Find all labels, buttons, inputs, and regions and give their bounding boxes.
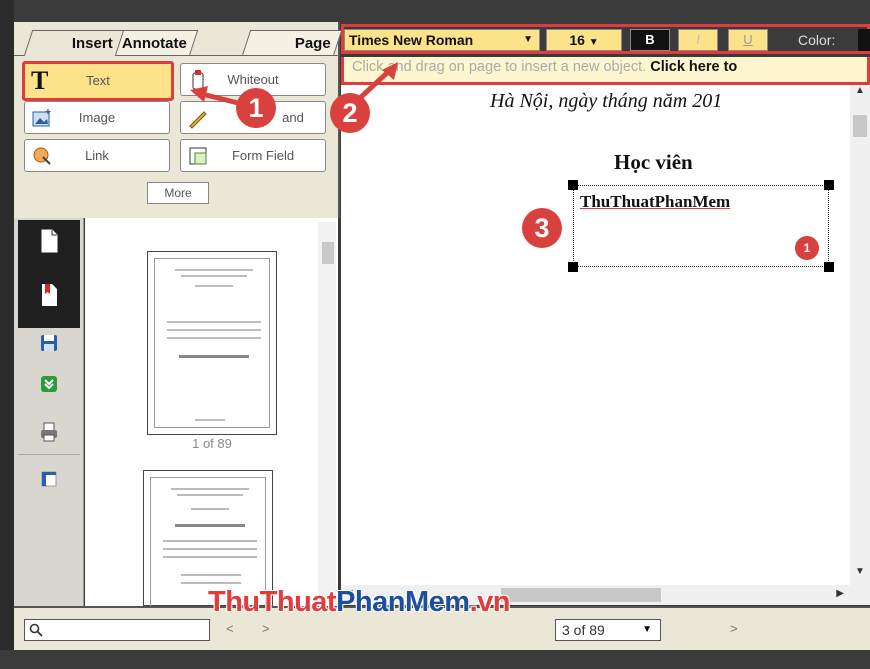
- page-thumbnail-1[interactable]: [147, 251, 277, 435]
- bookmark-icon[interactable]: [38, 282, 60, 306]
- vertical-scroll-knob[interactable]: [853, 115, 867, 137]
- search-input[interactable]: [24, 619, 210, 641]
- hint-link[interactable]: Click here to: [650, 59, 737, 75]
- icon-bar-divider: [18, 454, 80, 455]
- horizontal-scroll-knob[interactable]: [501, 588, 661, 602]
- scroll-down-icon[interactable]: ▼: [855, 566, 865, 577]
- document-canvas[interactable]: [341, 85, 850, 585]
- side-icon-bar: [14, 218, 84, 606]
- font-select[interactable]: Times New Roman ▼: [344, 29, 540, 51]
- form-field-icon: [187, 145, 209, 167]
- font-size-select[interactable]: 16 ▼: [546, 29, 622, 51]
- save-icon[interactable]: [38, 332, 60, 354]
- document-vertical-scrollbar[interactable]: ▲ ▼: [850, 85, 870, 585]
- hint-bar: Click and drag on page to insert a new o…: [341, 57, 870, 85]
- text-tool-button[interactable]: T Text: [22, 61, 174, 101]
- pages-icon[interactable]: [38, 228, 60, 253]
- thumbnail-caption: 1 of 89: [192, 436, 232, 451]
- document-date-line: Hà Nội, ngày tháng năm 201: [490, 90, 723, 112]
- underline-button[interactable]: U: [728, 29, 768, 51]
- tab-insert[interactable]: Insert: [23, 30, 125, 56]
- chevron-down-icon: ▼: [588, 37, 599, 48]
- font-size-value: 16: [569, 32, 585, 48]
- resize-handle-bottom-left[interactable]: [568, 262, 578, 272]
- thumbnail-scrollbar[interactable]: [318, 222, 336, 606]
- left-frame: [0, 0, 14, 669]
- watermark-logo: ThuThuatPhanMem.vn: [208, 586, 510, 618]
- top-frame: [0, 0, 870, 22]
- page-select[interactable]: 3 of 89 ▼: [555, 619, 661, 641]
- callout-arrow-icon: [190, 86, 243, 107]
- callout-3: 3: [522, 208, 562, 248]
- document-heading: Học viên: [614, 150, 693, 174]
- print-icon[interactable]: [38, 421, 60, 443]
- resize-handle-top-left[interactable]: [568, 180, 578, 190]
- page-select-value: 3 of 89: [562, 622, 605, 638]
- link-label: Link: [85, 148, 109, 163]
- font-select-value: Times New Roman: [349, 32, 474, 48]
- resize-handle-top-right[interactable]: [824, 180, 834, 190]
- callout-arrow-icon: [358, 62, 398, 100]
- format-toolbar: Times New Roman ▼ 16 ▼ B I U Color:: [341, 24, 870, 54]
- form-field-label: Form Field: [231, 148, 295, 163]
- form-field-tool-button[interactable]: Form Field: [180, 139, 326, 172]
- next-result-button[interactable]: >: [262, 621, 270, 636]
- text-box-content[interactable]: ThuThuatPhanMem: [580, 192, 730, 212]
- annotation-count-badge: 1: [795, 236, 819, 260]
- tab-page[interactable]: Page: [241, 30, 343, 56]
- search-icon: [29, 623, 43, 637]
- layout-icon[interactable]: [38, 468, 60, 490]
- color-label: Color:: [798, 32, 836, 48]
- text-tool-icon: T: [31, 66, 49, 95]
- image-label: Image: [78, 110, 116, 125]
- bold-button[interactable]: B: [630, 29, 670, 51]
- image-tool-button[interactable]: + Image: [24, 101, 170, 134]
- scroll-up-icon[interactable]: ▲: [855, 85, 865, 96]
- chevron-down-icon: ▼: [523, 34, 533, 45]
- bottom-frame: [0, 650, 870, 669]
- prev-result-button[interactable]: <: [226, 621, 234, 636]
- download-icon[interactable]: [38, 373, 60, 395]
- thumbnail-page-border: [154, 258, 270, 428]
- italic-button[interactable]: I: [678, 29, 718, 51]
- resize-handle-bottom-right[interactable]: [824, 262, 834, 272]
- thumbnail-scroll-knob[interactable]: [322, 242, 334, 264]
- link-icon: [31, 145, 53, 167]
- chevron-down-icon: ▼: [642, 624, 652, 635]
- svg-text:+: +: [45, 107, 51, 118]
- text-tool-label: Text: [86, 73, 110, 88]
- link-tool-button[interactable]: Link: [24, 139, 170, 172]
- scroll-right-icon[interactable]: ▶: [836, 588, 844, 599]
- image-icon: +: [31, 107, 53, 129]
- thumbnail-panel: [85, 218, 338, 613]
- color-picker[interactable]: [858, 29, 870, 51]
- more-button[interactable]: More: [147, 182, 209, 204]
- next-page-button[interactable]: >: [730, 621, 738, 636]
